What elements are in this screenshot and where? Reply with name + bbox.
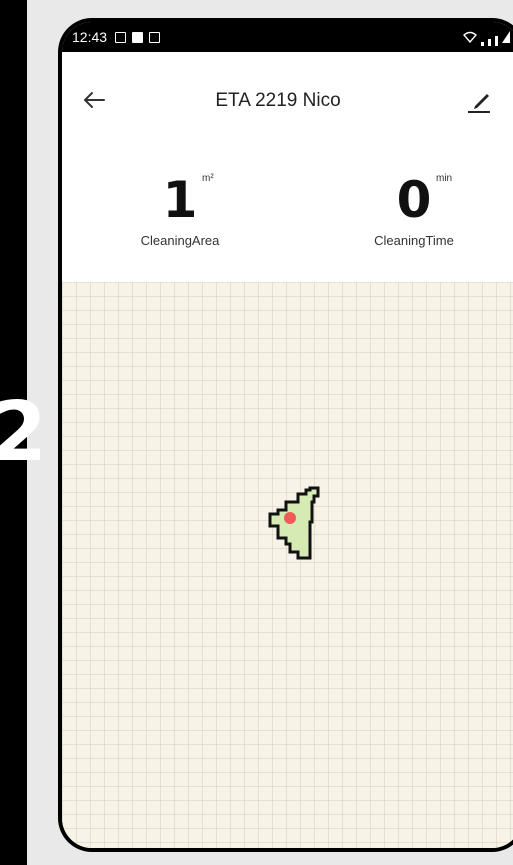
battery-icon: [502, 30, 510, 46]
signal-bar-icon: [481, 42, 484, 46]
status-bar: 12:43: [62, 22, 513, 52]
signal-wifi-icons: [463, 30, 510, 46]
app-notification-icon: [132, 31, 144, 43]
edit-pen-icon: [468, 94, 490, 113]
phone-frame: 12:43 ETA 2219 Nico 1 m² CleaningArea 0 …: [58, 18, 513, 852]
sim-notification-icon: [149, 31, 161, 43]
cleaning-area-label: CleaningArea: [140, 233, 220, 248]
device-header: ETA 2219 Nico 1 m² CleaningArea 0 min Cl…: [62, 52, 513, 282]
cleaning-time-stat: 0 min CleaningTime: [334, 173, 494, 248]
cleaning-map[interactable]: [62, 282, 513, 848]
cleaning-area-unit: m²: [202, 173, 214, 184]
side-step-number: 2: [0, 385, 48, 480]
cleaned-area-region: [268, 486, 320, 560]
left-dark-band: 2: [0, 0, 47, 865]
edit-button[interactable]: [466, 88, 492, 114]
cleaning-map-canvas: [268, 486, 320, 560]
status-time: 12:43: [72, 29, 108, 45]
cleaning-time-value: 0: [396, 171, 432, 229]
signal-bar-icon: [488, 39, 491, 46]
cleaning-time-label: CleaningTime: [374, 233, 454, 248]
signal-bar-icon: [495, 36, 498, 46]
cleaning-area-value: 1: [162, 171, 198, 229]
robot-position-marker: [284, 512, 296, 524]
wifi-icon: [463, 30, 477, 46]
gallery-notification-icon: [115, 31, 127, 43]
phone-screen: 12:43 ETA 2219 Nico 1 m² CleaningArea 0 …: [62, 22, 513, 848]
cleaning-area-stat: 1 m² CleaningArea: [100, 173, 260, 248]
cleaning-time-unit: min: [436, 173, 453, 184]
page-title: ETA 2219 Nico: [215, 90, 341, 111]
